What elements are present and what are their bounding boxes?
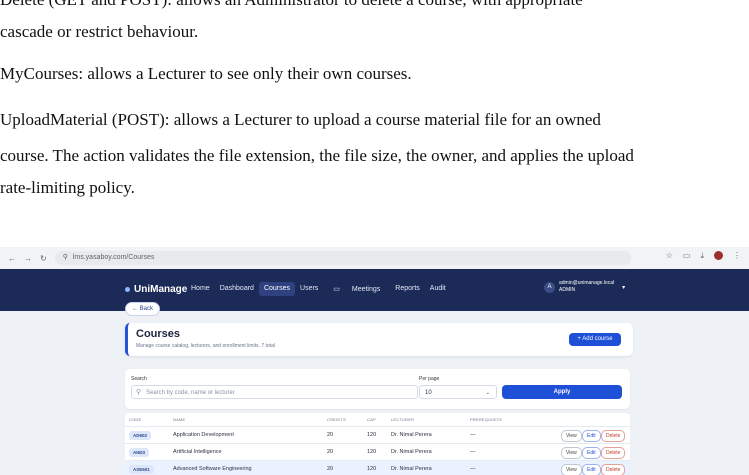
edit-button[interactable]: Edit <box>582 447 601 459</box>
delete-button[interactable]: Delete <box>601 430 626 442</box>
cast-icon[interactable]: ▭ <box>683 251 691 261</box>
arrow-left-icon[interactable]: ← <box>8 254 16 263</box>
main-menu: Home Dashboard Courses Users ▭ Meetings … <box>186 282 451 296</box>
user-email: admin@unimanage.local <box>559 280 615 286</box>
user-info: admin@unimanage.local ADMIN <box>559 280 614 294</box>
page-subtitle: Manage course catalog, lecturers, and en… <box>136 343 275 349</box>
course-cap: 120 <box>367 432 377 438</box>
course-cap: 120 <box>367 449 377 455</box>
apply-button[interactable]: Apply <box>502 385 622 399</box>
brand[interactable]: UniManage <box>125 284 187 295</box>
course-name: Application Development <box>173 432 234 438</box>
view-button[interactable]: View <box>561 430 582 442</box>
browser-chrome: ← → ↻ ⚲ lms.yasaboy.com/Courses ☆ ▭ ⤓ ⋮ <box>0 247 749 270</box>
per-page-value: 10 <box>425 390 432 396</box>
page-title: Courses <box>136 328 181 340</box>
address-bar[interactable]: ⚲ lms.yasaboy.com/Courses <box>54 251 631 265</box>
star-icon[interactable]: ☆ <box>666 251 673 261</box>
nav-dashboard[interactable]: Dashboard <box>215 282 259 296</box>
filter-card: Search Per page ⚲ Search by code, name o… <box>125 369 630 409</box>
brand-name: UniManage <box>134 284 188 295</box>
per-page-label: Per page <box>419 376 440 382</box>
back-button[interactable]: ← Back <box>125 302 161 316</box>
course-lecturer: Dr. Nimal Perera <box>391 449 432 455</box>
profile-avatar-icon[interactable] <box>714 251 723 260</box>
url-text: lms.yasaboy.com/Courses <box>72 254 155 261</box>
col-credits: CREDITS <box>327 417 346 422</box>
course-code: AD602 <box>129 431 152 440</box>
delete-button[interactable]: Delete <box>601 447 626 459</box>
course-credits: 20 <box>327 432 334 438</box>
course-prereq: — <box>470 449 476 455</box>
courses-table: CODE NAME CREDITS CAP LECTURER PREREQUIS… <box>125 413 630 475</box>
course-name: Advanced Software Engineering <box>173 466 252 472</box>
nav-users[interactable]: Users <box>295 282 323 296</box>
course-credits: 20 <box>327 466 334 472</box>
course-lecturer: Dr. Nimal Perera <box>391 432 432 438</box>
site-info-icon[interactable]: ⚲ <box>63 251 68 265</box>
paragraph-upload-end: rate-limiting policy. <box>0 178 135 197</box>
table-row[interactable]: ASE601 Advanced Software Engineering 20 … <box>125 460 630 475</box>
search-input[interactable]: ⚲ Search by code, name or lecturer <box>131 385 418 399</box>
caret-down-icon: ▾ <box>622 284 626 291</box>
arrow-right-icon[interactable]: → <box>24 254 32 263</box>
add-course-button[interactable]: + Add course <box>569 333 621 346</box>
reload-icon[interactable]: ↻ <box>40 254 47 263</box>
app-topnav: UniManage Home Dashboard Courses Users ▭… <box>0 269 749 311</box>
nav-home[interactable]: Home <box>186 282 215 296</box>
edit-button[interactable]: Edit <box>582 430 601 442</box>
col-lecturer: LECTURER <box>391 417 415 422</box>
user-menu[interactable]: A admin@unimanage.local ADMIN ▾ <box>544 280 625 294</box>
course-prereq: — <box>470 466 476 472</box>
course-code: AI603 <box>129 448 150 457</box>
embedded-screenshot: ← → ↻ ⚲ lms.yasaboy.com/Courses ☆ ▭ ⤓ ⋮ … <box>0 247 749 475</box>
brand-logo-icon <box>125 287 130 292</box>
download-icon[interactable]: ⤓ <box>700 251 704 261</box>
col-prerequisite: PREREQUISITE <box>470 417 503 422</box>
edit-button[interactable]: Edit <box>582 464 601 475</box>
chevron-down-icon: ⌄ <box>485 390 490 396</box>
search-label: Search <box>131 376 147 382</box>
paragraph-delete-cont: cascade or restrict behaviour. <box>0 22 199 41</box>
paragraph-upload: UploadMaterial (POST): allows a Lecturer… <box>0 110 601 129</box>
col-code: CODE <box>129 417 142 422</box>
paragraph-delete: Delete (GET and POST): allows an Adminis… <box>0 0 749 16</box>
view-button[interactable]: View <box>561 447 582 459</box>
paragraph-mycourses: MyCourses: allows a Lecturer to see only… <box>0 64 412 83</box>
browser-nav: ← → ↻ <box>8 254 47 263</box>
course-lecturer: Dr. Nimal Perera <box>391 466 432 472</box>
course-credits: 20 <box>327 449 334 455</box>
nav-meetings-label: Meetings <box>351 286 381 293</box>
browser-actions: ☆ ▭ ⤓ ⋮ <box>666 251 741 261</box>
paragraph-upload-cont: course. The action validates the file ex… <box>0 146 634 165</box>
nav-audit[interactable]: Audit <box>425 282 451 296</box>
menu-kebab-icon[interactable]: ⋮ <box>733 251 741 261</box>
view-button[interactable]: View <box>561 464 582 475</box>
nav-courses[interactable]: Courses <box>258 282 296 296</box>
table-row[interactable]: AD602 Application Development 20 120 Dr.… <box>125 426 630 444</box>
video-icon: ▭ <box>333 286 342 293</box>
course-code: ASE601 <box>129 465 154 474</box>
search-placeholder: Search by code, name or lecturer <box>146 390 235 396</box>
user-role: ADMIN <box>559 287 576 293</box>
nav-meetings[interactable]: ▭ Meetings <box>323 282 390 296</box>
search-icon: ⚲ <box>136 389 142 396</box>
delete-button[interactable]: Delete <box>601 464 626 475</box>
nav-reports[interactable]: Reports <box>390 282 425 296</box>
page-header-card: Courses Manage course catalog, lecturers… <box>125 323 633 356</box>
course-name: Artificial Intelligence <box>173 449 222 455</box>
course-prereq: — <box>470 432 476 438</box>
table-row[interactable]: AI603 Artificial Intelligence 20 120 Dr.… <box>125 443 630 461</box>
per-page-select[interactable]: 10 ⌄ <box>419 385 497 399</box>
user-avatar: A <box>544 281 555 293</box>
course-cap: 120 <box>367 466 377 472</box>
col-name: NAME <box>173 417 186 422</box>
col-cap: CAP <box>367 417 376 422</box>
